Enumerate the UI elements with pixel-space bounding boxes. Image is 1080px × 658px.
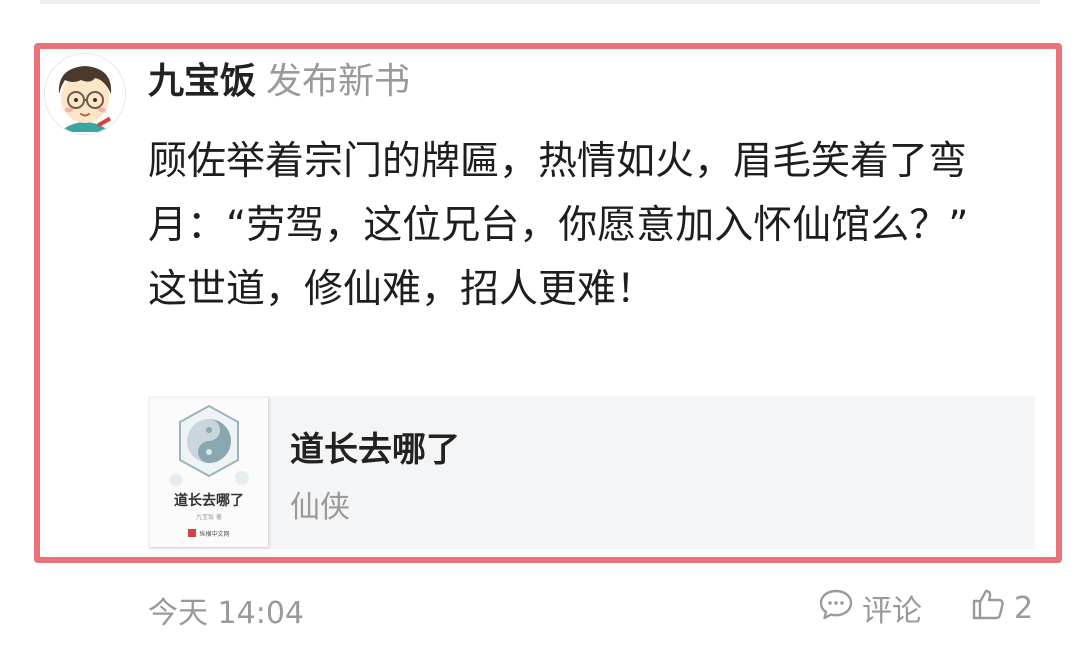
cover-publisher: 纵横中文网: [180, 528, 238, 538]
post-paragraph: 这世道，修仙难，招人更难！: [148, 267, 656, 312]
cover-publisher-label: 纵横中文网: [199, 530, 230, 538]
post-action-label: 发布新书: [266, 61, 411, 102]
book-genre: 仙侠: [290, 490, 350, 525]
post-timestamp: 今天 14:04: [148, 596, 304, 631]
cover-title: 道长去哪了: [174, 493, 244, 509]
book-title[interactable]: 道长去哪了: [290, 422, 460, 471]
author-line: 九宝饭 发布新书: [148, 56, 410, 108]
post-paragraph: 顾佐举着宗门的牌匾，热情如火，眉毛笑着了弯月：“劳驾，这位兄台，你愿意加入怀仙馆…: [148, 139, 969, 248]
avatar-cartoon-icon: [45, 54, 125, 134]
cover-author: 九宝饭 著: [196, 514, 222, 521]
taiji-emblem-icon: [170, 404, 249, 486]
book-cover: 道长去哪了 九宝饭 著 纵横中文网: [150, 398, 268, 547]
top-divider: [40, 0, 1040, 4]
publisher-logo-icon: [188, 529, 197, 537]
thumbs-up-icon: [970, 586, 1006, 630]
book-card[interactable]: 道长去哪了 九宝饭 著 纵横中文网 道长去哪了 仙侠: [148, 396, 1035, 549]
comment-label: 评论: [862, 594, 922, 629]
post-body: 顾佐举着宗门的牌匾，热情如火，眉毛笑着了弯月：“劳驾，这位兄台，你愿意加入怀仙馆…: [148, 130, 1028, 322]
comment-button[interactable]: 评论: [818, 586, 922, 630]
speech-bubble-icon: [818, 586, 854, 630]
avatar[interactable]: [44, 53, 126, 135]
like-button[interactable]: 2: [970, 586, 1033, 630]
like-count: 2: [1014, 590, 1034, 626]
author-name[interactable]: 九宝饭: [148, 61, 256, 102]
